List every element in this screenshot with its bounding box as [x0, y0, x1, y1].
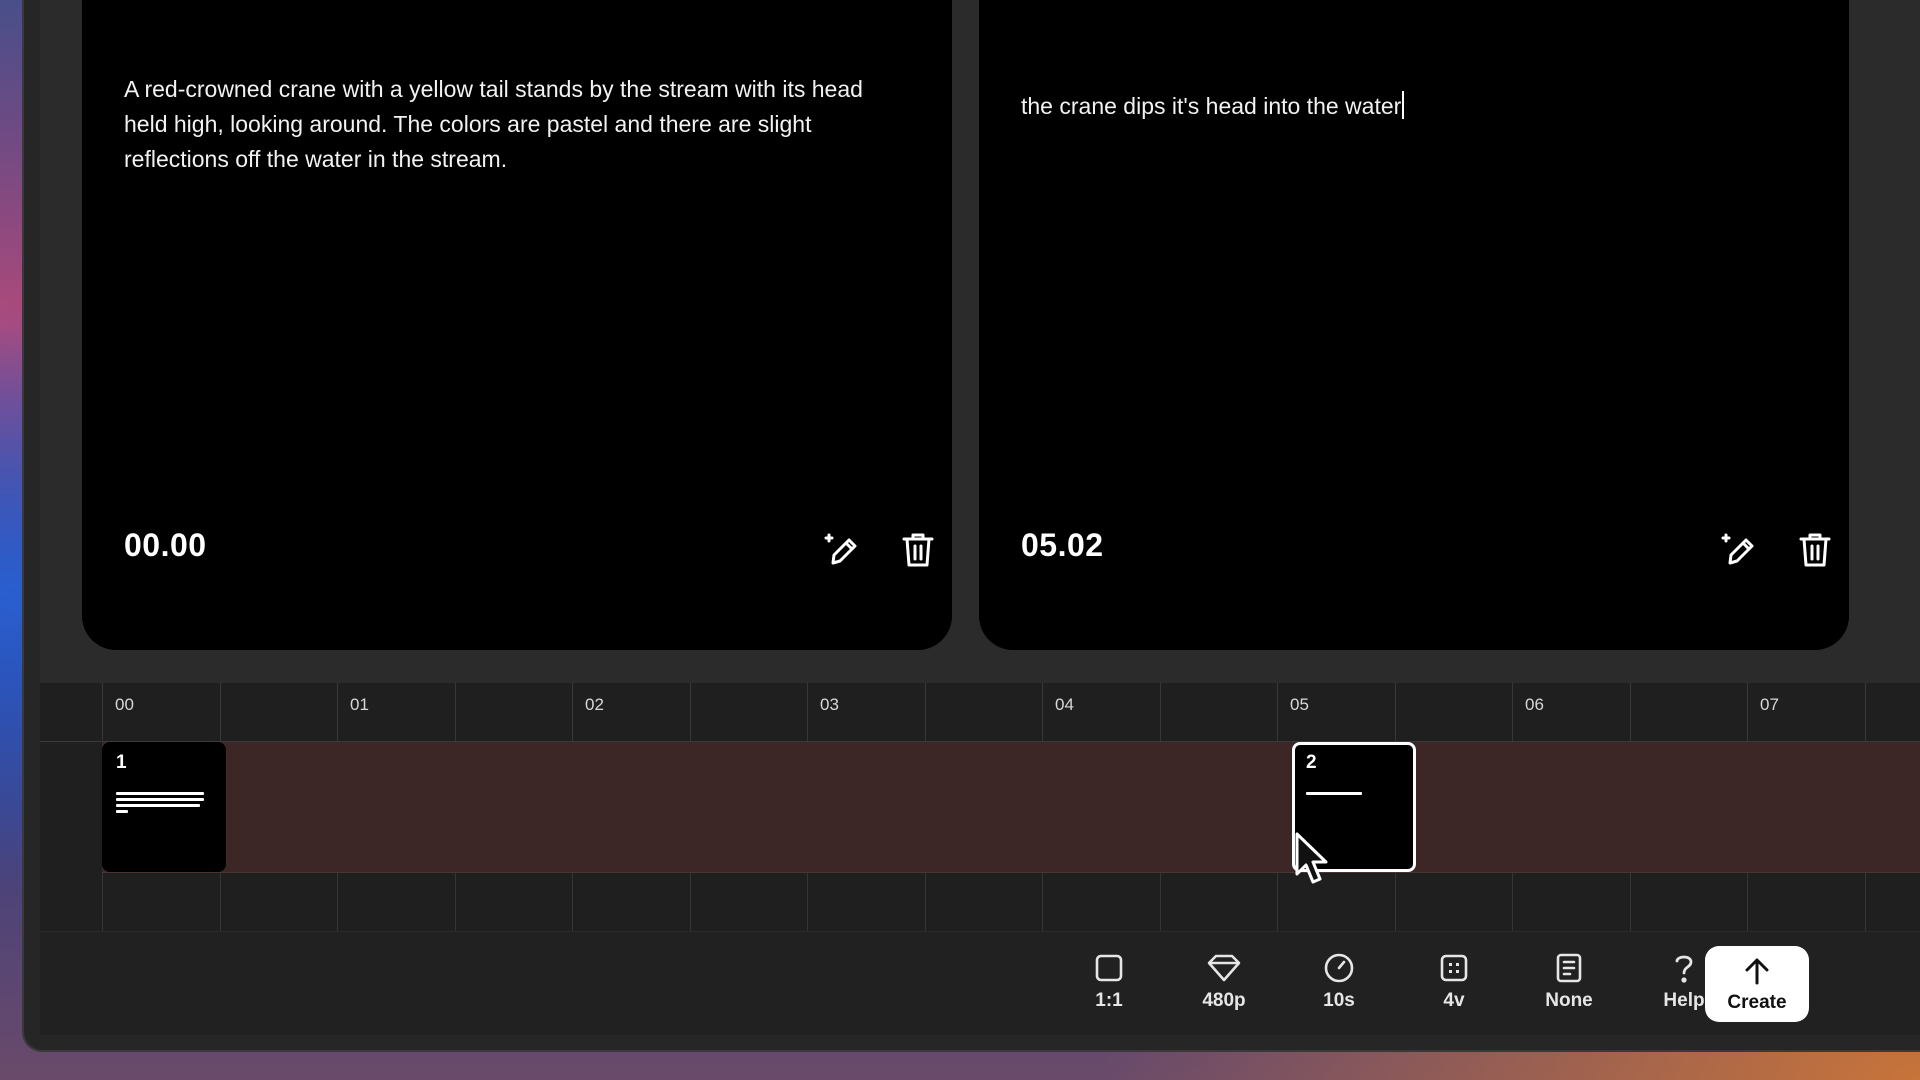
timeline-grid-line [924, 873, 926, 931]
create-button[interactable]: Create [1705, 946, 1809, 1022]
help-label: Help [1663, 990, 1705, 1011]
duration-button[interactable]: 10s [1294, 950, 1384, 1020]
trash-icon[interactable] [898, 530, 938, 570]
ruler-tick-label: 05 [1290, 695, 1309, 714]
ruler-tick-label: 04 [1055, 695, 1074, 714]
create-label: Create [1727, 992, 1787, 1013]
timeline-grid-line [454, 873, 456, 931]
timeline-track[interactable] [102, 742, 1920, 873]
clock-icon [1323, 950, 1355, 986]
text-caret [1402, 91, 1405, 119]
prompt-text[interactable]: A red-crowned crane with a yellow tail s… [124, 72, 892, 177]
timeline-grid-line [1042, 873, 1043, 931]
resolution-button[interactable]: 480p [1179, 950, 1269, 1020]
ruler-major-tick [807, 683, 808, 741]
clip-number: 2 [1306, 752, 1317, 773]
timeline-grid-line [102, 873, 103, 931]
ruler-tick-label: 02 [585, 695, 604, 714]
ruler-tick-label: 06 [1525, 695, 1544, 714]
timeline-grid-line [1394, 873, 1396, 931]
bottom-toolbar: 1:1 480p 10s 4v None Help Create [40, 932, 1920, 1035]
ruler-tick-label: 01 [350, 695, 369, 714]
timeline-grid-line [1512, 873, 1513, 931]
duration-label: 10s [1323, 990, 1355, 1011]
preset-label: None [1545, 990, 1593, 1011]
ruler-tick-label: 00 [115, 695, 134, 714]
preset-button[interactable]: None [1524, 950, 1614, 1020]
ruler-minor-tick [1159, 683, 1161, 741]
ruler-minor-tick [219, 683, 221, 741]
timeline-grid-line [1747, 873, 1748, 931]
prompt-text[interactable]: the crane dips it's head into the water [1021, 93, 1401, 119]
variations-button[interactable]: 4v [1409, 950, 1499, 1020]
ruler-minor-tick [924, 683, 926, 741]
ruler-major-tick [1042, 683, 1043, 741]
card-timestamp: 00.00 [124, 527, 207, 563]
magic-pencil-icon[interactable] [822, 530, 862, 570]
document-icon [1555, 950, 1583, 986]
ruler-major-tick [1747, 683, 1748, 741]
question-icon [1672, 950, 1696, 986]
ruler-tick-label: 03 [820, 695, 839, 714]
ruler-major-tick [1512, 683, 1513, 741]
ruler-minor-tick [1394, 683, 1396, 741]
editor-area: A red-crowned crane with a yellow tail s… [40, 0, 1920, 1035]
ruler-tick-label: 07 [1760, 695, 1779, 714]
timeline[interactable]: 00 01 02 03 04 05 06 07 1 2 [40, 683, 1920, 931]
ruler-minor-tick [454, 683, 456, 741]
timeline-grid-line [1277, 873, 1278, 931]
ruler-major-tick [337, 683, 338, 741]
text-lines-icon [116, 792, 204, 816]
timeline-grid-line [219, 873, 221, 931]
timeline-grid-line [572, 873, 573, 931]
app-window: A red-crowned crane with a yellow tail s… [24, 0, 1920, 1050]
resolution-label: 480p [1202, 990, 1246, 1011]
prompt-card-2[interactable]: the crane dips it's head into the water … [979, 0, 1849, 650]
prompt-card-1[interactable]: A red-crowned crane with a yellow tail s… [82, 0, 952, 650]
timeline-grid-line [1629, 873, 1631, 931]
variations-label: 4v [1443, 990, 1465, 1011]
magic-pencil-icon[interactable] [1719, 530, 1759, 570]
ruler-major-tick [572, 683, 573, 741]
timeline-grid-line [337, 873, 338, 931]
aspect-ratio-label: 1:1 [1095, 990, 1123, 1011]
prompt-input[interactable]: the crane dips it's head into the water [1021, 89, 1789, 124]
card-timestamp: 05.02 [1021, 527, 1104, 563]
aspect-ratio-button[interactable]: 1:1 [1064, 950, 1154, 1020]
timeline-clip-1[interactable]: 1 [102, 742, 226, 872]
ruler-minor-tick [1864, 683, 1866, 741]
diamond-icon [1206, 950, 1242, 986]
aspect-square-icon [1094, 950, 1124, 986]
timeline-ruler[interactable]: 00 01 02 03 04 05 06 07 [40, 683, 1920, 742]
clip-number: 1 [116, 752, 127, 773]
timeline-grid-line [1159, 873, 1161, 931]
ruler-major-tick [1277, 683, 1278, 741]
timeline-grid-line [1864, 873, 1866, 931]
mouse-cursor-icon [1295, 832, 1328, 884]
timeline-grid-line [689, 873, 691, 931]
grid-icon [1439, 950, 1469, 986]
ruler-major-tick [102, 683, 103, 741]
timeline-grid-line [807, 873, 808, 931]
ruler-minor-tick [1629, 683, 1631, 741]
text-line-icon [1306, 792, 1362, 798]
arrow-up-icon [1743, 952, 1771, 990]
trash-icon[interactable] [1795, 530, 1835, 570]
ruler-minor-tick [689, 683, 691, 741]
